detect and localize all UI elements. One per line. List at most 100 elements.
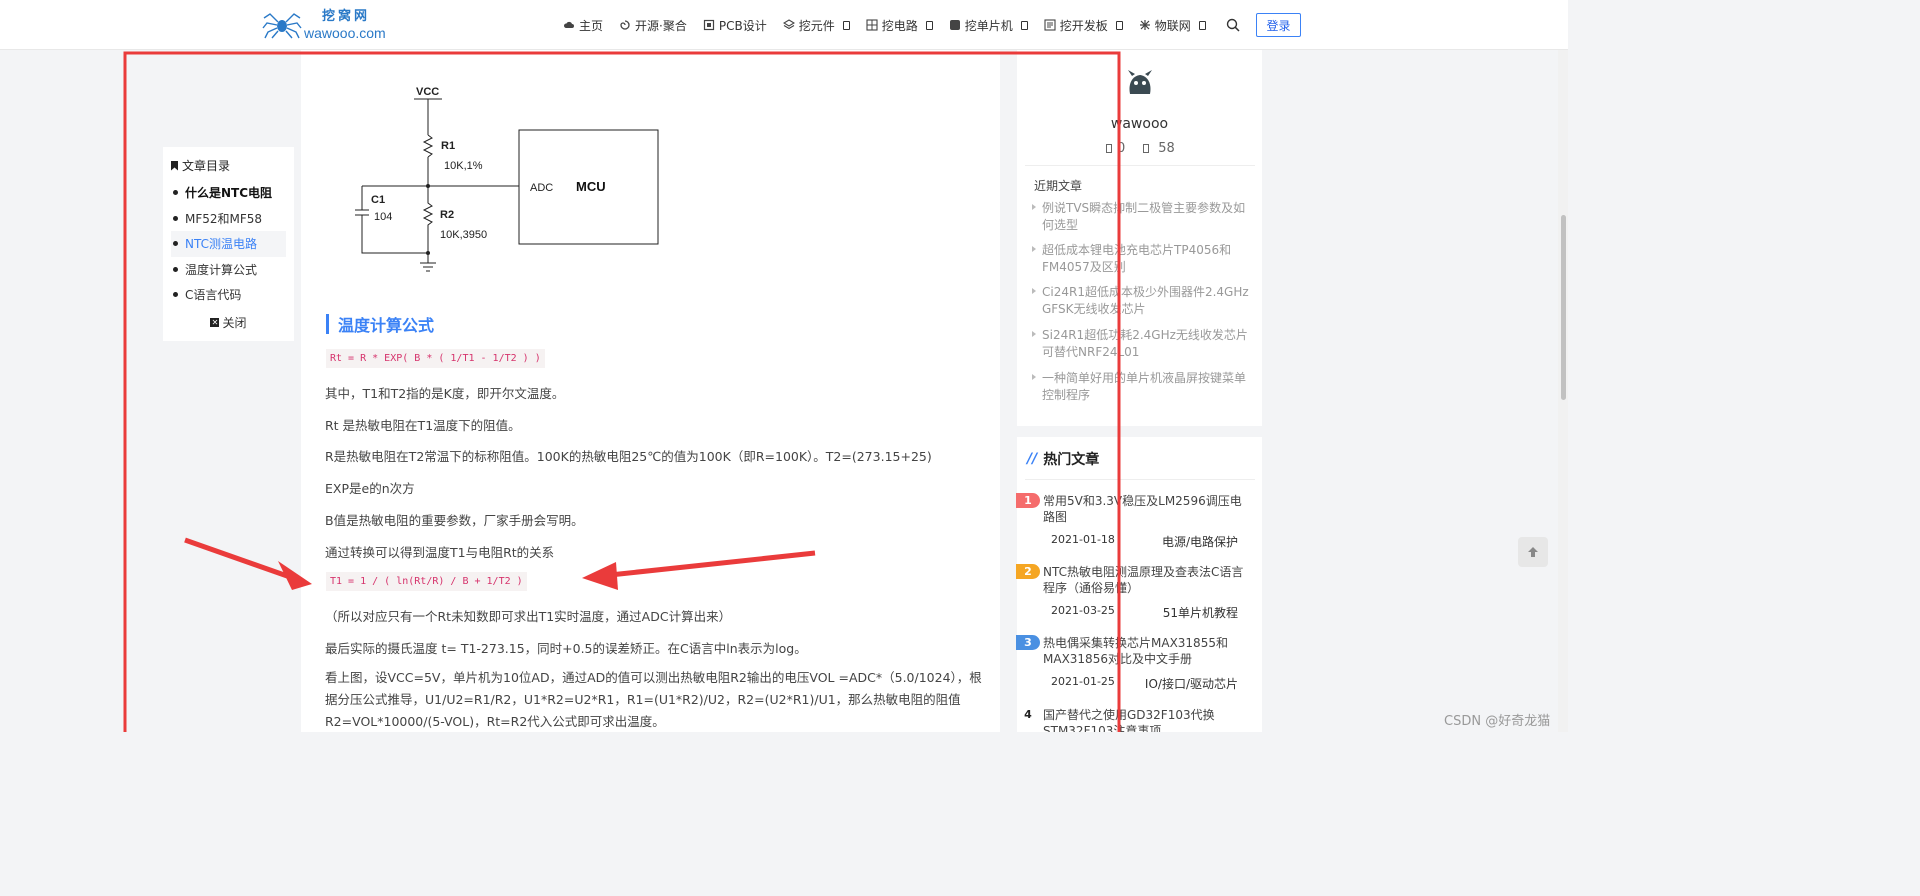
ntc-circuit-diagram: VCC R1 10K,1% C1 104 R2 10K,3950 ADC MCU [355, 86, 659, 272]
paragraph: 其中，T1和T2指的是K度，即开尔文温度。 [325, 386, 565, 401]
formula-code-2: T1 = 1 / ( ln(Rt/R) / B + 1/T2 ) [326, 572, 527, 591]
bullet-icon [173, 292, 178, 298]
dropdown-icon [1115, 20, 1123, 30]
table-of-contents: 文章目录 什么是NTC电阻 MF52和MF58 NTC测温电路 温度计算公式 C… [163, 147, 294, 341]
hot-article-item[interactable]: 1 常用5V和3.3V稳压及LM2596调压电路图 2021-01-18 电源/… [1016, 493, 1246, 553]
recent-posts-title: 近期文章 [1034, 179, 1083, 193]
avatar[interactable] [1122, 66, 1158, 102]
nav-item-home[interactable]: 主页 [563, 17, 603, 34]
toc-item[interactable]: MF52和MF58 [171, 206, 286, 232]
bullet-icon [173, 215, 178, 221]
dropdown-icon [925, 20, 933, 30]
r2-label: R2 [440, 209, 454, 221]
hot-article-category[interactable]: IO/接口/驱动芯片 [1145, 675, 1238, 692]
hot-article-item[interactable]: 3 热电偶采集转换芯片MAX31855和MAX31856对比及中文手册 2021… [1016, 635, 1246, 695]
arrow-left-shaft [184, 537, 291, 580]
author-name[interactable]: wawooo [1017, 116, 1262, 132]
bullet-icon [173, 241, 178, 247]
recent-post-link[interactable]: Ci24R1超低成本极少外围器件2.4GHz GFSK无线收发芯片 [1032, 284, 1250, 318]
hot-article-title[interactable]: NTC热敏电阻测温原理及查表法C语言程序（通俗易懂） [1043, 564, 1248, 596]
recent-post-link[interactable]: Si24R1超低功耗2.4GHz无线收发芯片可替代NRF24L01 [1032, 327, 1250, 361]
slash-icon: // [1027, 451, 1038, 467]
hot-article-category[interactable]: 电源/电路保护 [1162, 533, 1238, 550]
toc-title-text: 文章目录 [182, 159, 231, 173]
hot-article-category[interactable]: 51单片机教程 [1163, 604, 1238, 621]
dropdown-icon [1020, 20, 1028, 30]
nav-item-pcb[interactable]: PCB设计 [703, 17, 767, 34]
nav-label: PCB设计 [718, 18, 767, 33]
toc-close-button[interactable]: ✕ 关闭 [171, 314, 286, 331]
c1-label: C1 [371, 194, 385, 206]
iot-icon [1139, 20, 1150, 30]
hot-article-date: 2021-03-25 [1051, 604, 1115, 617]
junction-dot [426, 184, 430, 188]
circuit-icon [866, 19, 878, 31]
hot-article-item[interactable]: 2 NTC热敏电阻测温原理及查表法C语言程序（通俗易懂） 2021-03-25 … [1016, 564, 1246, 624]
heading-bar [326, 314, 329, 334]
nav-label: 主页 [579, 18, 604, 33]
nav-item-iot[interactable]: 物联网 [1139, 17, 1206, 34]
vcc-label: VCC [416, 86, 439, 98]
bullet-icon [173, 266, 178, 272]
adc-label: ADC [530, 182, 553, 194]
nav-item-opensource[interactable]: 开源·聚合 [619, 17, 687, 34]
pcb-icon [703, 19, 714, 31]
recent-post-link[interactable]: 一种简单好用的单片机液晶屏按键菜单控制程序 [1032, 370, 1250, 404]
paragraph: R是热敏电阻在T2常温下的标称阻值。100K的热敏电阻25℃的值为100K（即R… [325, 449, 932, 464]
paragraph: 看上图，设VCC=5V，单片机为10位AD，通过AD的值可以测出热敏电阻R2输出… [325, 670, 982, 729]
site-logo[interactable]: 挖窝网 wawooo.com [262, 8, 386, 42]
nav-label: 开源·聚合 [635, 18, 687, 33]
nav-item-circuits[interactable]: 挖电路 [866, 17, 933, 34]
dropdown-icon [842, 20, 850, 30]
r1-value: 10K,1% [444, 160, 483, 172]
main-nav: 主页 开源·聚合 PCB设计 挖元件 挖电路 挖单片机 挖开发板 物联网 [563, 0, 1222, 50]
paragraph: 最后实际的摄氏温度 t= T1-273.15，同时+0.5的误差矫正。在C语言中… [325, 641, 807, 656]
scrollbar-thumb[interactable] [1561, 215, 1566, 400]
junction-dot [426, 251, 430, 255]
bullet-icon [173, 190, 178, 196]
search-icon[interactable] [1226, 18, 1240, 32]
heading-text: 温度计算公式 [338, 316, 435, 335]
recent-post-link[interactable]: 例说TVS瞬态抑制二极管主要参数及如何选型 [1032, 200, 1250, 234]
paragraph: 通过转换可以得到温度T1与电阻Rt的关系 [325, 545, 555, 560]
nav-label: 物联网 [1154, 18, 1191, 33]
comment-count-icon [1143, 144, 1150, 153]
hot-article-title[interactable]: 热电偶采集转换芯片MAX31855和MAX31856对比及中文手册 [1043, 635, 1248, 667]
spider-logo-icon [262, 13, 302, 39]
bookmark-icon [171, 160, 178, 171]
stat-value: 0 [1117, 141, 1126, 156]
hot-title-text: 热门文章 [1043, 452, 1100, 468]
nav-item-devboard[interactable]: 挖开发板 [1044, 17, 1123, 34]
paragraph: B值是热敏电阻的重要参数，厂家手册会写明。 [325, 513, 584, 528]
toc-close-label: 关闭 [222, 315, 247, 330]
arrow-up-icon [1528, 547, 1538, 557]
toc-item-active[interactable]: NTC测温电路 [171, 231, 286, 257]
back-to-top-button[interactable] [1518, 537, 1548, 567]
toc-item-label: 温度计算公式 [185, 262, 258, 277]
hot-article-title[interactable]: 国产替代之使用GD32F103代换STM32F103注意事项 [1043, 707, 1246, 732]
nav-label: 挖元件 [798, 18, 835, 33]
layers-icon [782, 19, 795, 30]
toc-item[interactable]: 温度计算公式 [171, 257, 286, 283]
nav-label: 挖电路 [881, 18, 918, 33]
hot-article-item[interactable]: 4 国产替代之使用GD32F103代换STM32F103注意事项 [1016, 707, 1246, 732]
cloud-icon [563, 21, 574, 28]
logo-en-text: wawooo.com [304, 25, 386, 41]
r2-value: 10K,3950 [440, 229, 487, 241]
toc-item[interactable]: C语言代码 [171, 282, 286, 308]
toc-item-label: MF52和MF58 [185, 211, 263, 226]
swirl-icon [620, 20, 630, 30]
article-count-icon [1106, 144, 1112, 153]
nav-item-mcu[interactable]: 挖单片机 [949, 17, 1028, 34]
section-heading: 温度计算公式 [326, 313, 434, 335]
hot-article-date: 2021-01-25 [1051, 675, 1115, 688]
toc-item[interactable]: 什么是NTC电阻 [171, 180, 286, 206]
logo-cn-text: 挖窝网 [322, 9, 371, 24]
recent-post-link[interactable]: 超低成本锂电池充电芯片TP4056和FM4057及区别 [1032, 242, 1250, 276]
toc-item-label: 什么是NTC电阻 [185, 186, 273, 201]
nav-item-components[interactable]: 挖元件 [782, 17, 850, 34]
paragraph: Rt 是热敏电阻在T1温度下的阻值。 [325, 418, 521, 433]
mcu-label: MCU [576, 179, 606, 194]
login-button[interactable]: 登录 [1256, 13, 1301, 37]
hot-article-title[interactable]: 常用5V和3.3V稳压及LM2596调压电路图 [1043, 493, 1248, 525]
